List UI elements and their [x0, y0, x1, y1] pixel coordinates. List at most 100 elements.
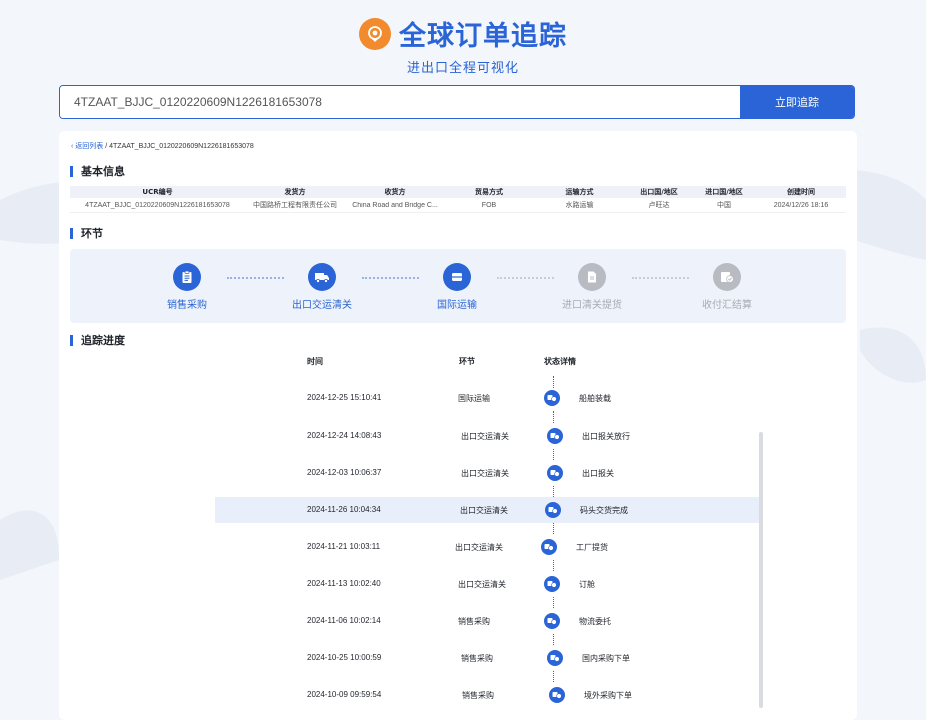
basic-info-header-row: UCR编号 发货方 收货方 贸易方式 运输方式 出口国/地区 进口国/地区 创建…: [70, 186, 846, 198]
stage-connector: [497, 277, 554, 279]
breadcrumb-current: 4TZAAT_BJJC_0120220609N1226181653078: [109, 143, 254, 150]
timeline-row[interactable]: 2024-11-21 10:03:11 出口交运清关 工厂提货: [215, 534, 761, 560]
cell-trade-mode: FOB: [481, 201, 497, 209]
breadcrumb: ‹ 返回列表 / 4TZAAT_BJJC_0120220609N12261816…: [71, 141, 254, 151]
timeline-row[interactable]: 2024-11-06 10:02:14 销售采购 物流委托: [215, 608, 761, 634]
timeline-scrollbar[interactable]: [759, 432, 763, 708]
basic-info-table: UCR编号 发货方 收货方 贸易方式 运输方式 出口国/地区 进口国/地区 创建…: [70, 186, 846, 213]
timeline-connector: [553, 597, 554, 608]
row-time: 2024-11-13 10:02:40: [307, 579, 381, 588]
stage-international-transport[interactable]: 国际运输: [417, 263, 497, 311]
row-status: 出口报关放行: [582, 432, 630, 441]
col-shipper: 发货方: [284, 188, 306, 196]
col-export-country: 出口国/地区: [640, 188, 678, 196]
timeline-connector: [553, 671, 554, 682]
cell-created-time: 2024/12/26 18:16: [773, 201, 829, 209]
breadcrumb-separator: /: [105, 143, 108, 150]
payment-check-icon: [713, 263, 741, 291]
row-time: 2024-11-26 10:04:34: [307, 505, 381, 514]
col-trade-mode: 贸易方式: [475, 188, 503, 196]
status-node-icon: [544, 390, 560, 406]
stage-connector: [632, 277, 689, 279]
stage-connector: [362, 277, 419, 279]
row-stage: 出口交运清关: [458, 580, 506, 589]
status-node-icon: [544, 613, 560, 629]
cell-ucr: 4TZAAT_BJJC_0120220609N1226181653078: [85, 201, 230, 209]
timeline-connector: [553, 634, 554, 645]
back-to-list-label: 返回列表: [75, 143, 104, 150]
document-icon: [578, 263, 606, 291]
cell-shipper: 中国路桥工程有限责任公司: [253, 202, 337, 209]
timeline-connector: [553, 411, 554, 423]
stage-label: 收付汇结算: [702, 300, 752, 311]
row-time: 2024-10-09 09:59:54: [307, 690, 382, 699]
timeline-row[interactable]: 2024-10-25 10:00:59 销售采购 国内采购下单: [215, 645, 761, 671]
row-status: 出口报关: [582, 469, 614, 478]
cell-export-country: 卢旺达: [648, 202, 670, 209]
tracking-number-input[interactable]: [60, 86, 740, 118]
stage-export-customs[interactable]: 出口交运清关: [282, 263, 362, 311]
stage-label: 出口交运清关: [292, 300, 352, 311]
row-time: 2024-12-25 15:10:41: [307, 393, 382, 402]
timeline-row[interactable]: 2024-11-13 10:02:40 出口交运清关 订舱: [215, 571, 761, 597]
status-node-icon: [547, 465, 563, 481]
stage-label: 国际运输: [437, 300, 477, 311]
timeline-row[interactable]: 2024-12-25 15:10:41 国际运输 船舶装载: [215, 385, 761, 411]
back-to-list-link[interactable]: ‹ 返回列表: [71, 143, 103, 150]
row-stage: 出口交运清关: [460, 506, 508, 515]
status-node-icon: [541, 539, 557, 555]
truck-icon: [308, 263, 336, 291]
timeline-row[interactable]: 2024-12-03 10:06:37 出口交运清关 出口报关: [215, 460, 761, 486]
row-stage: 出口交运清关: [461, 432, 509, 441]
row-stage: 销售采购: [462, 691, 494, 700]
page-title: 全球订单追踪: [399, 21, 567, 52]
stage-stepper: 销售采购 出口交运清关 国际运输 进口清关提货 收付汇结算: [70, 249, 846, 323]
ship-icon: [443, 263, 471, 291]
col-created-time: 创建时间: [787, 188, 815, 196]
stage-label: 销售采购: [167, 300, 207, 311]
track-now-button[interactable]: 立即追踪: [740, 86, 854, 118]
status-node-icon: [547, 650, 563, 666]
tracking-timeline: 2024-12-25 15:10:41 国际运输 船舶装载 2024-12-24…: [215, 376, 761, 716]
col-ucr: UCR编号: [142, 188, 173, 196]
result-panel: ‹ 返回列表 / 4TZAAT_BJJC_0120220609N12261816…: [59, 131, 857, 720]
page-header: 全球订单追踪 进出口全程可视化: [0, 14, 926, 76]
cell-consignee: China Road and Bridge C...: [352, 201, 438, 209]
cell-import-country: 中国: [717, 202, 731, 209]
row-time: 2024-10-25 10:00:59: [307, 653, 382, 662]
page-subtitle: 进出口全程可视化: [406, 61, 519, 76]
status-node-icon: [545, 502, 561, 518]
stage-import-customs[interactable]: 进口清关提货: [552, 263, 632, 311]
basic-info-row: 4TZAAT_BJJC_0120220609N1226181653078 中国路…: [70, 198, 846, 213]
row-status: 物流委托: [579, 617, 611, 626]
timeline-connector: [553, 449, 554, 460]
cell-transport-mode: 水路运输: [565, 202, 594, 209]
row-status: 境外采购下单: [584, 691, 632, 700]
timeline-connector: [553, 560, 554, 571]
row-status: 码头交货完成: [580, 506, 628, 515]
timeline-row[interactable]: 2024-10-09 09:59:54 销售采购 境外采购下单: [215, 682, 761, 708]
basic-info-title: 基本信息: [70, 166, 125, 177]
clipboard-icon: [173, 263, 201, 291]
col-stage-header: 环节: [459, 357, 475, 366]
row-time: 2024-11-06 10:02:14: [307, 616, 381, 625]
stage-label: 进口清关提货: [562, 300, 622, 311]
timeline-row-highlighted[interactable]: 2024-11-26 10:04:34 出口交运清关 码头交货完成: [215, 497, 761, 523]
row-status: 订舱: [579, 580, 595, 589]
row-status: 国内采购下单: [582, 654, 630, 663]
row-stage: 销售采购: [458, 617, 490, 626]
timeline-connector: [553, 523, 554, 534]
stage-sales-purchase[interactable]: 销售采购: [147, 263, 227, 311]
row-stage: 出口交运清关: [461, 469, 509, 478]
row-status: 船舶装载: [579, 394, 611, 403]
row-stage: 出口交运清关: [455, 543, 503, 552]
row-stage: 销售采购: [461, 654, 493, 663]
row-time: 2024-12-03 10:06:37: [307, 468, 382, 477]
col-status-header: 状态详情: [544, 357, 576, 366]
stages-title: 环节: [70, 228, 103, 239]
stage-settlement[interactable]: 收付汇结算: [687, 263, 767, 311]
row-time: 2024-12-24 14:08:43: [307, 431, 382, 440]
timeline-row[interactable]: 2024-12-24 14:08:43 出口交运清关 出口报关放行: [215, 423, 761, 449]
col-import-country: 进口国/地区: [705, 188, 743, 196]
row-time: 2024-11-21 10:03:11: [307, 542, 381, 551]
